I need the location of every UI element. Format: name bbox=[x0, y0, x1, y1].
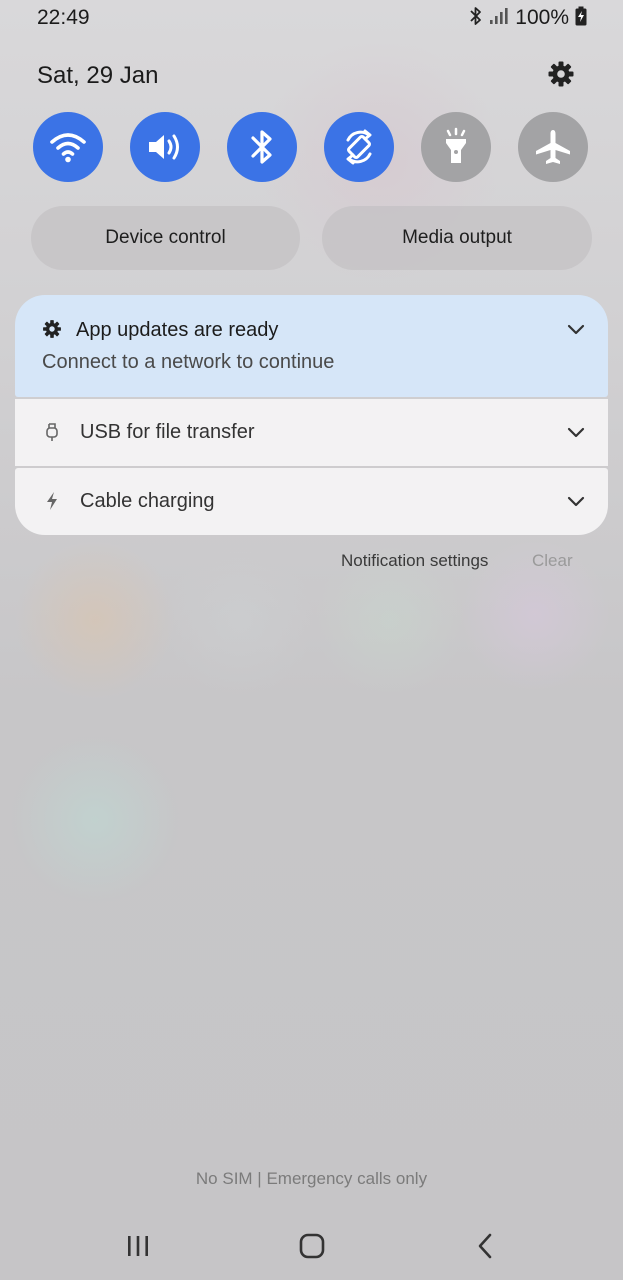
panel-date: Sat, 29 Jan bbox=[37, 62, 159, 89]
gear-icon bbox=[548, 61, 574, 87]
wifi-icon bbox=[50, 133, 86, 163]
clear-button[interactable]: Clear bbox=[532, 551, 573, 571]
status-time: 22:49 bbox=[37, 6, 90, 29]
media-output-button[interactable]: Media output bbox=[322, 206, 592, 270]
notification-group: App updates are ready Connect to a netwo… bbox=[15, 295, 608, 535]
carrier-status-text: No SIM | Emergency calls only bbox=[195, 1169, 428, 1188]
auto-rotate-toggle[interactable] bbox=[324, 112, 394, 182]
charging-notification[interactable]: Cable charging bbox=[15, 468, 608, 535]
chevron-down-icon[interactable] bbox=[566, 319, 586, 339]
home-icon bbox=[299, 1233, 325, 1259]
flashlight-icon bbox=[446, 127, 466, 163]
recents-icon bbox=[128, 1236, 148, 1256]
notification-body: Connect to a network to continue bbox=[42, 351, 335, 373]
usb-icon bbox=[43, 421, 61, 443]
quick-settings-row bbox=[33, 112, 589, 182]
settings-button[interactable] bbox=[545, 58, 577, 90]
bluetooth-icon bbox=[469, 6, 483, 31]
notification-title: App updates are ready bbox=[76, 319, 279, 341]
app-updates-notification[interactable]: App updates are ready Connect to a netwo… bbox=[15, 295, 608, 397]
flashlight-toggle[interactable] bbox=[421, 112, 491, 182]
back-icon bbox=[478, 1233, 492, 1259]
back-button[interactable] bbox=[466, 1226, 506, 1266]
status-icons: 100% bbox=[469, 5, 587, 31]
notification-title: USB for file transfer bbox=[80, 421, 255, 443]
usb-notification[interactable]: USB for file transfer bbox=[15, 399, 608, 466]
wifi-toggle[interactable] bbox=[33, 112, 103, 182]
chevron-down-icon[interactable] bbox=[566, 422, 586, 442]
notification-title: Cable charging bbox=[80, 490, 215, 512]
rotate-icon bbox=[346, 129, 372, 165]
bluetooth-icon bbox=[251, 130, 272, 164]
bolt-icon bbox=[43, 490, 61, 512]
bluetooth-toggle[interactable] bbox=[227, 112, 297, 182]
battery-percent: 100% bbox=[515, 6, 569, 29]
volume-icon bbox=[149, 134, 179, 160]
gear-icon bbox=[42, 319, 62, 339]
airplane-mode-toggle[interactable] bbox=[518, 112, 588, 182]
sound-toggle[interactable] bbox=[130, 112, 200, 182]
notification-panel: 22:49 100% Sat, 29 Jan Device control Me… bbox=[0, 0, 623, 1280]
device-control-button[interactable]: Device control bbox=[31, 206, 300, 270]
chevron-down-icon[interactable] bbox=[566, 491, 586, 511]
recent-apps-button[interactable] bbox=[118, 1226, 158, 1266]
home-button[interactable] bbox=[292, 1226, 332, 1266]
airplane-icon bbox=[536, 130, 570, 164]
signal-icon bbox=[489, 7, 509, 30]
battery-charging-icon bbox=[575, 6, 587, 31]
notification-settings-link[interactable]: Notification settings bbox=[341, 551, 488, 571]
